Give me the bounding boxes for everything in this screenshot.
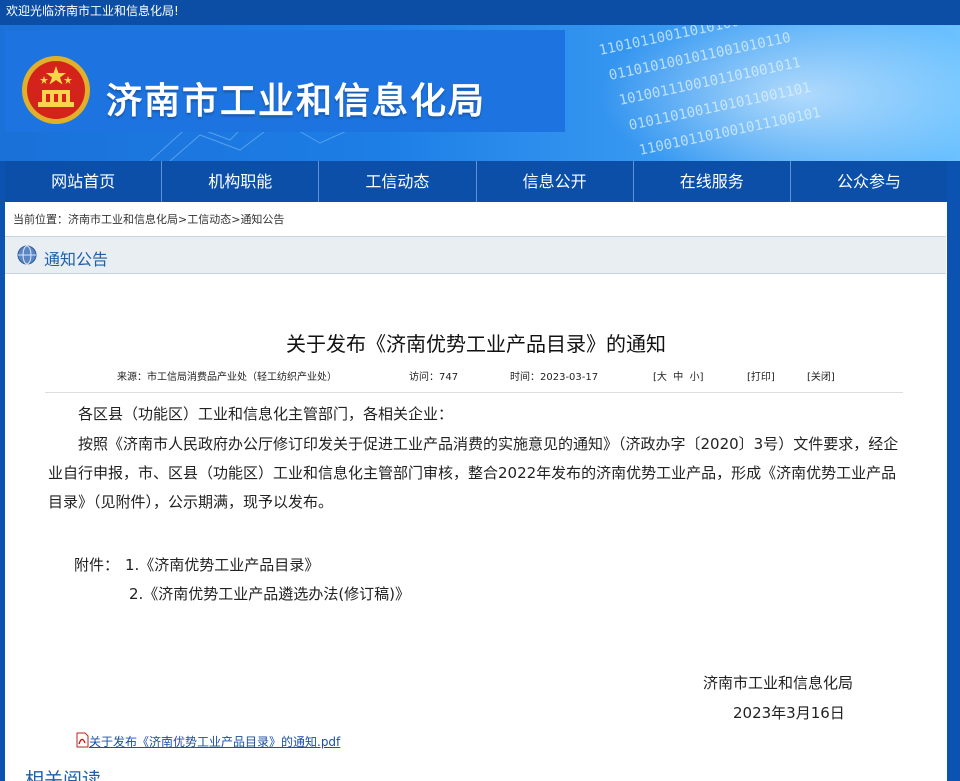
- signature-date: 2023年3月16日: [733, 704, 845, 722]
- nav-organization[interactable]: 机构职能: [162, 161, 320, 202]
- close-link[interactable]: [关闭]: [807, 368, 835, 383]
- welcome-text: 欢迎光临济南市工业和信息化局!: [6, 4, 179, 18]
- nav-public-info[interactable]: 信息公开: [477, 161, 634, 202]
- top-welcome-bar: 欢迎光临济南市工业和信息化局!: [0, 0, 960, 25]
- pdf-file-icon: [76, 732, 89, 748]
- font-size-controls[interactable]: [大 中 小]: [653, 368, 704, 383]
- attachment-item: 1.《济南优势工业产品目录》: [125, 556, 320, 574]
- section-header: 通知公告: [5, 236, 946, 274]
- article-source: 来源：市工信局消费品产业处（轻工纺织产业处）: [117, 372, 337, 383]
- nav-home[interactable]: 网站首页: [5, 161, 163, 202]
- attachment-label: 附件：: [74, 556, 120, 574]
- breadcrumb: 当前位置：济南市工业和信息化局>工信动态>通知公告: [13, 211, 284, 227]
- meta-divider: [45, 392, 903, 393]
- section-title: 通知公告: [44, 250, 109, 269]
- signature-org: 济南市工业和信息化局: [703, 674, 854, 692]
- article-greeting: 各区县（功能区）工业和信息化主管部门，各相关企业：: [78, 405, 454, 423]
- globe-icon: [17, 245, 37, 265]
- header-banner: 1101011001101010011101 01101010010110010…: [0, 25, 960, 161]
- article-body: 按照《济南市人民政府办公厅修订印发关于促进工业产品消费的实施意见的通知》（济政办…: [48, 435, 899, 511]
- article-date: 时间：2023-03-17: [510, 372, 599, 383]
- attachment-item: 2.《济南优势工业产品遴选办法(修订稿)》: [129, 585, 411, 603]
- national-emblem-icon: [22, 56, 90, 124]
- article-visits: 访问：747: [409, 372, 459, 383]
- nav-news[interactable]: 工信动态: [319, 161, 477, 202]
- site-title: 济南市工业和信息化局: [106, 81, 487, 122]
- breadcrumb-notices[interactable]: 通知公告: [240, 213, 284, 226]
- print-link[interactable]: [打印]: [747, 368, 775, 383]
- article-title: 关于发布《济南优势工业产品目录》的通知: [286, 332, 666, 356]
- breadcrumb-prefix: 当前位置：: [13, 213, 68, 226]
- nav-online-service[interactable]: 在线服务: [634, 161, 791, 202]
- content-area: 当前位置：济南市工业和信息化局>工信动态>通知公告 通知公告 关于发布《济南优势…: [5, 202, 947, 781]
- related-reading-title: 相关阅读: [25, 769, 102, 781]
- main-nav: 网站首页 机构职能 工信动态 信息公开 在线服务 公众参与: [5, 161, 947, 202]
- pdf-attachment-link[interactable]: 关于发布《济南优势工业产品目录》的通知.pdf: [89, 733, 340, 750]
- breadcrumb-news[interactable]: 工信动态: [187, 213, 231, 226]
- breadcrumb-home[interactable]: 济南市工业和信息化局: [68, 213, 178, 226]
- breadcrumb-separator: >: [178, 213, 188, 226]
- nav-public-participation[interactable]: 公众参与: [791, 161, 947, 202]
